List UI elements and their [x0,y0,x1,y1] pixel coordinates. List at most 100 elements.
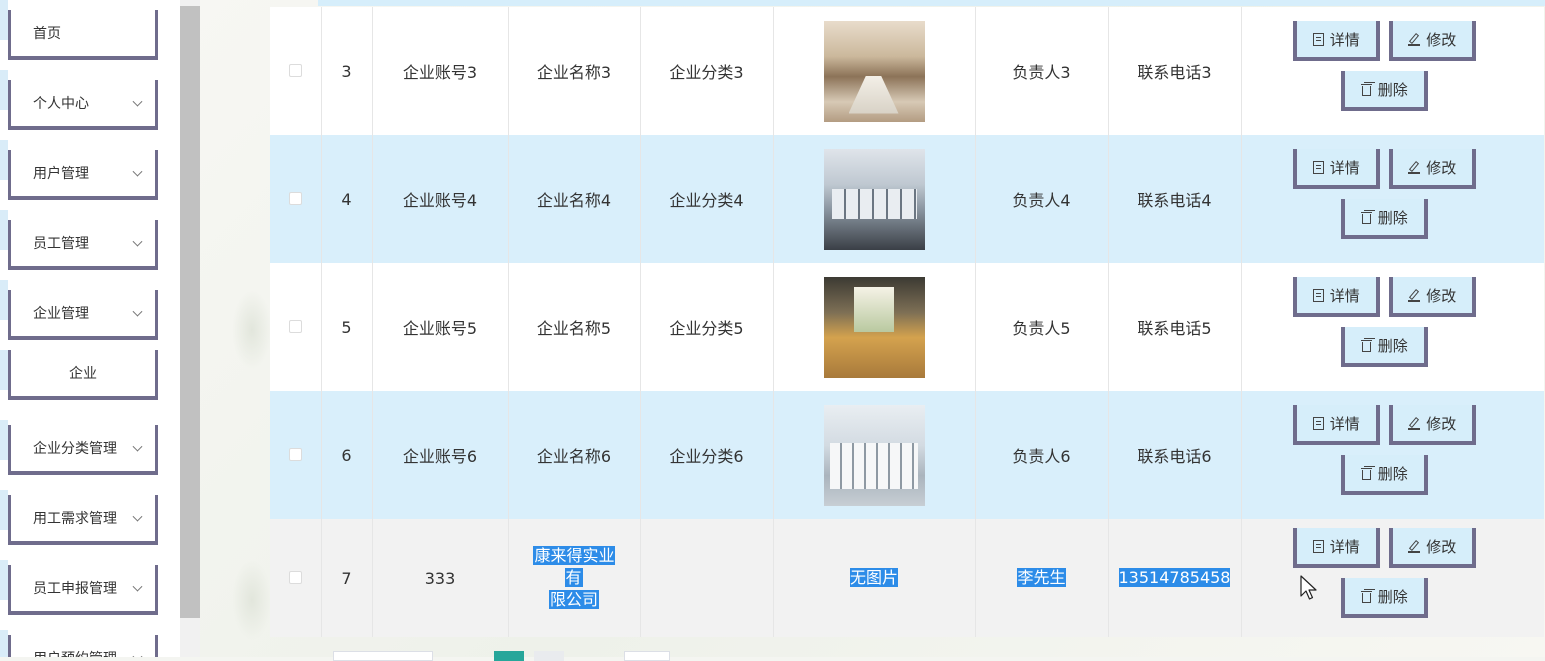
delete-button[interactable]: 删除 [1340,199,1428,239]
row-checkbox-cell [270,135,322,263]
row-checkbox-cell [270,519,322,637]
chevron-down-icon [132,306,143,317]
pager-next-button[interactable] [534,651,564,661]
enterprise-account: 333 [372,519,509,637]
button-label: 详情 [1329,286,1360,305]
edit-button[interactable]: 修改 [1388,277,1476,317]
row-checkbox[interactable] [288,63,302,77]
sidebar-item-label: 企业管理 [33,306,89,322]
actions-cell: 详情 修改 删除 [1241,263,1544,391]
table-row: 4 企业账号4 企业名称4 企业分类4 负责人4 联系电话4 详情 修改 删除 [270,135,1544,263]
sidebar-item-labor-demand-management[interactable]: 用工需求管理 [8,495,158,545]
enterprise-photo[interactable] [823,20,925,122]
sidebar-item-enterprise-management[interactable]: 企业管理 [8,290,158,340]
table-row: 6 企业账号6 企业名称6 企业分类6 负责人6 联系电话6 详情 修改 删除 [270,391,1544,519]
edit-icon [1408,33,1421,46]
enterprise-account: 企业账号6 [372,391,509,519]
edit-button[interactable]: 修改 [1388,149,1476,189]
sidebar-item-enterprise-category-management[interactable]: 企业分类管理 [8,425,158,475]
enterprise-name: 企业名称3 [508,7,641,135]
row-checkbox-cell [270,7,322,135]
delete-button[interactable]: 删除 [1340,578,1428,618]
row-checkbox[interactable] [288,447,302,461]
row-checkbox[interactable] [288,319,302,333]
enterprise-name: 企业名称6 [508,391,641,519]
sidebar-scrollbar[interactable] [180,0,200,657]
button-label: 修改 [1426,537,1457,556]
chevron-down-icon [132,511,143,522]
actions-cell: 详情 修改 删除 [1241,7,1544,135]
enterprise-category [640,519,774,637]
enterprise-name-line: 康来得实业有 [533,546,615,587]
button-label: 详情 [1329,158,1360,177]
sidebar-item-label: 员工管理 [33,236,89,252]
trash-icon [1360,211,1372,224]
enterprise-name: 康来得实业有 限公司 [508,519,641,637]
sidebar-item-user-appointment-management[interactable]: 用户预约管理 [8,635,158,657]
page-size-select[interactable] [333,651,433,661]
document-icon [1312,32,1324,46]
row-checkbox[interactable] [288,191,302,205]
sidebar-item-label: 企业分类管理 [33,441,117,457]
trash-icon [1360,83,1372,96]
enterprise-photo[interactable] [823,148,925,250]
row-actions: 详情 修改 删除 [1292,21,1493,121]
detail-button[interactable]: 详情 [1292,277,1380,317]
trash-icon [1360,467,1372,480]
pager-current-page[interactable] [494,651,524,661]
manager-name: 负责人5 [975,263,1109,391]
sidebar-item-employee-declaration-management[interactable]: 员工申报管理 [8,565,158,615]
button-label: 删除 [1377,464,1408,483]
enterprise-account: 企业账号3 [372,7,509,135]
edit-button[interactable]: 修改 [1388,528,1476,568]
sidebar-item-label: 企业 [69,366,97,382]
background-leaf-decoration [232,290,272,370]
sidebar-item-personal-center[interactable]: 个人中心 [8,80,158,130]
delete-button[interactable]: 删除 [1340,327,1428,367]
button-label: 删除 [1377,587,1408,606]
edit-button[interactable]: 修改 [1388,405,1476,445]
detail-button[interactable]: 详情 [1292,21,1380,61]
button-label: 修改 [1426,158,1457,177]
sidebar-scrollbar-thumb[interactable] [180,6,200,618]
enterprise-name: 企业名称5 [508,263,641,391]
chevron-down-icon [132,96,143,107]
enterprise-photo[interactable] [823,276,925,378]
manager-name: 李先生 [1017,568,1066,587]
sidebar-item-home[interactable]: 首页 [8,10,158,60]
sidebar-item-user-management[interactable]: 用户管理 [8,150,158,200]
sidebar-item-employee-management[interactable]: 员工管理 [8,220,158,270]
button-label: 修改 [1426,286,1457,305]
button-label: 删除 [1377,80,1408,99]
button-label: 详情 [1329,537,1360,556]
actions-cell: 详情 修改 删除 [1241,135,1544,263]
row-index: 4 [321,135,373,263]
sidebar-item-label: 员工申报管理 [33,581,117,597]
enterprise-photo[interactable] [823,404,925,506]
detail-button[interactable]: 详情 [1292,405,1380,445]
detail-button[interactable]: 详情 [1292,149,1380,189]
row-actions: 详情 修改 删除 [1292,528,1493,628]
row-index: 5 [321,263,373,391]
delete-button[interactable]: 删除 [1340,455,1428,495]
no-image-text: 无图片 [849,568,898,587]
manager-name: 负责人6 [975,391,1109,519]
edit-icon [1408,289,1421,302]
contact-phone: 联系电话5 [1108,263,1242,391]
document-icon [1312,416,1324,430]
delete-button[interactable]: 删除 [1340,71,1428,111]
enterprise-category: 企业分类5 [640,263,774,391]
edit-button[interactable]: 修改 [1388,21,1476,61]
detail-button[interactable]: 详情 [1292,528,1380,568]
sidebar-decoration [0,0,8,657]
pager-jump-input[interactable] [624,651,670,661]
edit-icon [1408,540,1421,553]
edit-icon [1408,161,1421,174]
sidebar-subitem-enterprise[interactable]: 企业 [8,350,158,400]
manager-name-cell: 李先生 [975,519,1109,637]
background-leaf-decoration [232,560,272,640]
table-row: 7 333 康来得实业有 限公司 无图片 李先生 13514785458 详情 修… [270,519,1544,637]
row-checkbox[interactable] [288,570,302,584]
chevron-down-icon [132,651,143,657]
row-actions: 详情 修改 删除 [1292,277,1493,377]
